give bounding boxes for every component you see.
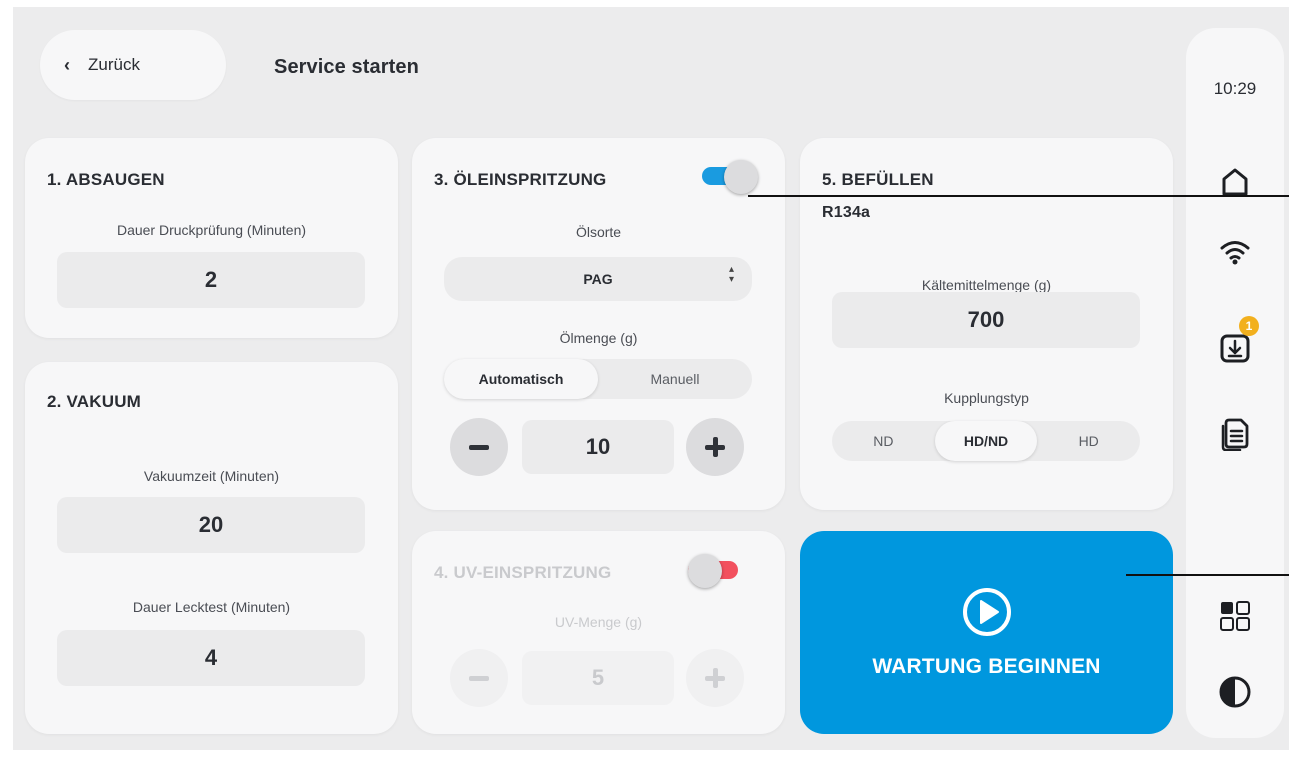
download-icon [1220, 334, 1250, 363]
absaugen-title: 1. ABSAUGEN [47, 170, 165, 189]
apps-button[interactable] [1186, 596, 1284, 636]
oel-card: 3. ÖLEINSPRITZUNG Ölsorte PAG ▴ ▾ Ölmenge… [412, 138, 785, 510]
leak-test-duration-label: Dauer Lecktest (Minuten) [132, 599, 291, 615]
refrigerant-amount-label: Kältemittelmenge (g) [921, 277, 1052, 293]
oil-mode-manual[interactable]: Manuell [598, 359, 752, 399]
sidebar: 10:29 1 [1186, 28, 1284, 738]
contrast-button[interactable] [1186, 672, 1284, 712]
coupling-hd[interactable]: HD [1037, 421, 1140, 461]
oel-title: 3. ÖLEINSPRITZUNG [434, 170, 607, 189]
refrigerant-type: R134a [822, 204, 871, 221]
oil-decrement-button[interactable] [450, 418, 508, 476]
uv-card: 4. UV-EINSPRITZUNG UV-Menge (g) 5 [412, 531, 785, 734]
uv-amount-label: UV-Menge (g) [554, 614, 643, 630]
uv-toggle-knob [688, 554, 722, 588]
back-button-label: Zurück [88, 55, 140, 74]
oil-mode-automatic[interactable]: Automatisch [444, 359, 598, 399]
vakuum-card: 2. VAKUUM Vakuumzeit (Minuten) 20 Dauer … [25, 362, 398, 734]
coupling-type-segmented: ND HD/ND HD [832, 421, 1140, 461]
uv-decrement-button[interactable] [450, 649, 508, 707]
oel-toggle-knob [724, 160, 758, 194]
home-icon [1222, 168, 1248, 196]
oil-amount-label: Ölmenge (g) [559, 330, 638, 346]
befuellen-card: 5. BEFÜLLEN R134a Kältemittelmenge (g) 7… [800, 138, 1173, 510]
pressure-test-duration-label: Dauer Druckprüfung (Minuten) [116, 222, 307, 238]
coupling-type-label: Kupplungstyp [944, 390, 1029, 406]
oil-type-value: PAG [583, 271, 613, 287]
refrigerant-amount-field[interactable]: 700 [832, 292, 1140, 348]
wifi-icon [1220, 241, 1250, 265]
annotation-line-start [1126, 574, 1289, 576]
play-circle-icon [962, 587, 1011, 636]
befuellen-title: 5. BEFÜLLEN [822, 170, 934, 189]
uv-increment-button[interactable] [686, 649, 744, 707]
leak-test-duration-field[interactable]: 4 [57, 630, 365, 686]
downloads-button[interactable]: 1 [1186, 316, 1284, 370]
uv-amount-field[interactable]: 5 [522, 651, 674, 705]
pressure-test-duration-field[interactable]: 2 [57, 252, 365, 308]
chevron-left-icon: ‹ [64, 54, 70, 75]
clock-time: 10:29 [1213, 79, 1257, 98]
downloads-badge: 1 [1239, 316, 1259, 336]
coupling-nd[interactable]: ND [832, 421, 935, 461]
back-button[interactable]: ‹ Zurück [40, 30, 226, 100]
apps-grid-icon [1220, 601, 1250, 631]
wifi-button[interactable] [1186, 232, 1284, 272]
uv-title: 4. UV-EINSPRITZUNG [434, 563, 612, 582]
absaugen-card: 1. ABSAUGEN Dauer Druckprüfung (Minuten)… [25, 138, 398, 338]
oil-amount-field[interactable]: 10 [522, 420, 674, 474]
oil-type-select[interactable]: PAG ▴ ▾ [444, 257, 752, 301]
plus-icon-vertical [712, 437, 718, 457]
start-service-label: WARTUNG BEGINNEN [872, 654, 1101, 678]
oil-increment-button[interactable] [686, 418, 744, 476]
contrast-icon [1219, 676, 1251, 708]
annotation-line-toggle [748, 195, 1289, 197]
select-arrows-icon: ▴ ▾ [728, 264, 734, 285]
minus-icon [469, 444, 489, 450]
start-service-button[interactable]: WARTUNG BEGINNEN [800, 531, 1173, 734]
documents-icon [1221, 418, 1249, 451]
vakuum-title: 2. VAKUUM [47, 392, 142, 411]
page-title: Service starten [274, 56, 419, 78]
uv-toggle[interactable] [688, 554, 744, 588]
minus-icon [469, 675, 489, 681]
documents-button[interactable] [1186, 412, 1284, 456]
oel-toggle[interactable] [702, 160, 758, 194]
clock: 10:29 [1186, 74, 1284, 104]
oil-mode-segmented: Automatisch Manuell [444, 359, 752, 399]
vacuum-time-label: Vakuumzeit (Minuten) [143, 468, 280, 484]
vacuum-time-field[interactable]: 20 [57, 497, 365, 553]
coupling-hd-nd[interactable]: HD/ND [934, 421, 1038, 461]
oil-type-label: Ölsorte [575, 224, 622, 240]
plus-icon-vertical [712, 668, 718, 688]
